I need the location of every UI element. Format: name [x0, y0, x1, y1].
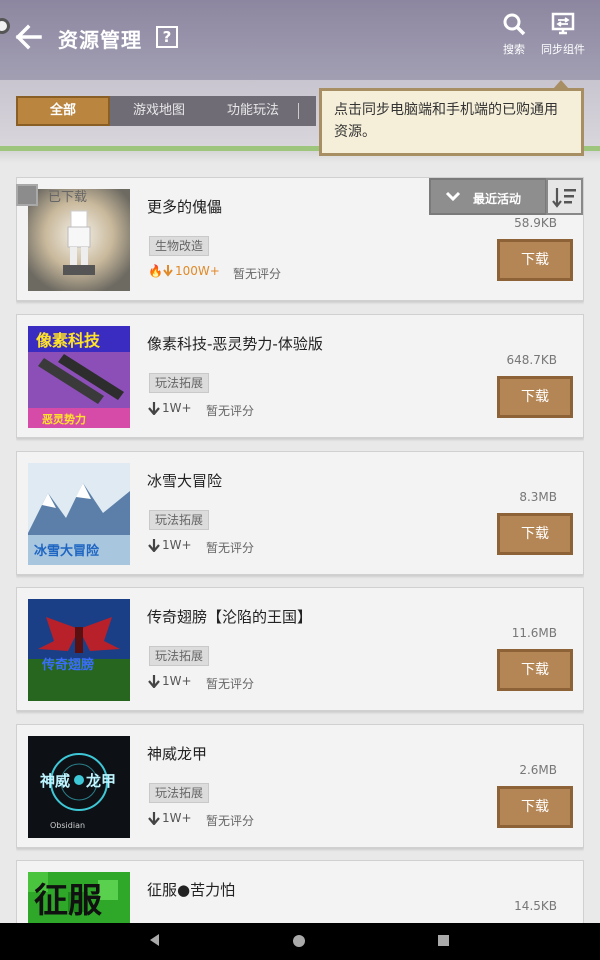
svg-text:恶灵势力: 恶灵势力 — [42, 412, 86, 426]
resource-card: 像素科技 恶灵势力 像素科技-恶灵势力-体验版 玩法拓展 1W+ 暂无评分 64… — [16, 314, 584, 438]
file-size: 2.6MB — [519, 763, 557, 777]
sync-components-button[interactable]: 同步组件 — [540, 12, 586, 57]
help-button[interactable]: ? — [156, 26, 178, 48]
resource-title: 更多的傀儡 — [147, 198, 223, 216]
downloaded-checkbox[interactable] — [16, 184, 38, 206]
resource-tag: 玩法拓展 — [149, 373, 210, 393]
legend-wings-thumbnail-image: 传奇翅膀 — [28, 599, 130, 701]
file-size: 648.7KB — [506, 353, 557, 367]
download-button[interactable]: 下载 — [497, 513, 573, 555]
resource-card: 神威 龙甲 Obsidian 神威龙甲 玩法拓展 1W+ 暂无评分 2.6MB … — [16, 724, 584, 848]
rating-text: 暂无评分 — [233, 267, 282, 281]
download-arrow-icon — [148, 674, 160, 688]
download-count: 1W+ — [148, 538, 192, 552]
app-header: 资源管理 ? 搜索 同步组件 — [0, 0, 600, 80]
resource-card: 传奇翅膀 传奇翅膀【沦陷的王国】 玩法拓展 1W+ 暂无评分 11.6MB 下载 — [16, 587, 584, 711]
floating-dot-icon[interactable] — [0, 18, 10, 34]
resource-thumbnail[interactable]: 传奇翅膀 — [28, 599, 130, 701]
resource-title: 像素科技-恶灵势力-体验版 — [147, 335, 323, 353]
file-size: 14.5KB — [514, 899, 557, 913]
download-arrow-icon — [163, 265, 173, 277]
svg-text:龙甲: 龙甲 — [85, 772, 116, 790]
resource-title: 传奇翅膀【沦陷的王国】 — [147, 608, 313, 626]
sync-label: 同步组件 — [541, 43, 585, 56]
page-title: 资源管理 — [58, 28, 142, 52]
search-label: 搜索 — [503, 43, 525, 56]
sort-order-button[interactable] — [546, 178, 583, 215]
resource-thumbnail[interactable]: 神威 龙甲 Obsidian — [28, 736, 130, 838]
resource-thumbnail[interactable]: 像素科技 恶灵势力 — [28, 326, 130, 428]
tab-game-maps[interactable]: 游戏地图 — [116, 96, 202, 126]
system-nav-bar — [0, 923, 600, 960]
sort-dropdown[interactable]: 最近活动 — [429, 178, 547, 215]
tab-all[interactable]: 全部 — [16, 96, 110, 126]
download-count-value: 1W+ — [162, 674, 192, 688]
download-arrow-icon — [148, 811, 160, 825]
download-count: 1W+ — [148, 401, 192, 415]
download-count-value: 1W+ — [162, 538, 192, 552]
sort-order-icon — [552, 188, 576, 208]
resource-tag: 玩法拓展 — [149, 783, 210, 803]
chevron-down-icon — [445, 191, 461, 202]
svg-text:冰雪大冒险: 冰雪大冒险 — [34, 543, 100, 559]
download-count: 🔥 100W+ — [148, 264, 220, 278]
rating-text: 暂无评分 — [206, 541, 255, 555]
back-button[interactable] — [14, 22, 46, 52]
rating-text: 暂无评分 — [206, 404, 255, 418]
search-button[interactable]: 搜索 — [500, 12, 528, 57]
download-count-value: 1W+ — [162, 401, 192, 415]
file-size: 11.6MB — [511, 626, 557, 640]
download-button[interactable]: 下载 — [497, 239, 573, 281]
download-count: 1W+ — [148, 674, 192, 688]
dragon-armor-thumbnail-image: 神威 龙甲 Obsidian — [28, 736, 130, 838]
svg-text:神威: 神威 — [40, 772, 70, 790]
resource-tag: 玩法拓展 — [149, 646, 210, 666]
svg-text:像素科技: 像素科技 — [36, 331, 101, 350]
nav-home-icon[interactable] — [293, 935, 305, 947]
rating-text: 暂无评分 — [206, 677, 255, 691]
download-count-value: 1W+ — [162, 811, 192, 825]
conquer-creeper-thumbnail-image: 征服 — [28, 872, 130, 923]
ice-adventure-thumbnail-image: 冰雪大冒险 — [28, 463, 130, 565]
svg-text:征服: 征服 — [34, 881, 102, 921]
tab-divider — [298, 103, 299, 119]
resource-tag: 玩法拓展 — [149, 510, 210, 530]
download-count: 1W+ — [148, 811, 192, 825]
file-size: 58.9KB — [514, 216, 557, 230]
download-arrow-icon — [148, 538, 160, 552]
rating-text: 暂无评分 — [206, 814, 255, 828]
nav-back-icon[interactable] — [148, 933, 160, 947]
download-button[interactable]: 下载 — [497, 649, 573, 691]
downloaded-filter[interactable]: 已下载 — [16, 184, 87, 206]
back-arrow-icon — [15, 24, 42, 50]
svg-text:Obsidian: Obsidian — [50, 821, 85, 830]
resource-list[interactable]: 更多的傀儡 生物改造 🔥 100W+ 暂无评分 58.9KB 下载 像素科技 恶… — [16, 177, 584, 923]
nav-recents-icon[interactable] — [438, 935, 449, 946]
sync-monitor-icon — [551, 12, 575, 35]
download-button[interactable]: 下载 — [497, 786, 573, 828]
resource-title: 神威龙甲 — [147, 745, 208, 763]
sync-tooltip: 点击同步电脑端和手机端的已购通用资源。 — [319, 88, 584, 156]
tab-gameplay[interactable]: 功能玩法 — [210, 96, 296, 126]
svg-text:传奇翅膀: 传奇翅膀 — [41, 657, 94, 673]
resource-thumbnail[interactable]: 征服 — [28, 872, 130, 923]
download-count-value: 100W+ — [174, 264, 220, 278]
downloaded-label: 已下载 — [48, 189, 88, 205]
resource-title: 征服●苦力怕 — [147, 881, 236, 899]
download-button[interactable]: 下载 — [497, 376, 573, 418]
resource-title: 冰雪大冒险 — [147, 472, 223, 490]
file-size: 8.3MB — [519, 490, 557, 504]
flame-icon: 🔥 — [148, 264, 163, 278]
resource-card: 冰雪大冒险 冰雪大冒险 玩法拓展 1W+ 暂无评分 8.3MB 下载 — [16, 451, 584, 575]
resource-thumbnail[interactable]: 冰雪大冒险 — [28, 463, 130, 565]
resource-card: 征服 征服●苦力怕 14.5KB — [16, 860, 584, 923]
search-icon — [503, 13, 526, 36]
pixel-tech-thumbnail-image: 像素科技 恶灵势力 — [28, 326, 130, 428]
download-arrow-icon — [148, 401, 160, 415]
sort-label: 最近活动 — [473, 192, 522, 206]
resource-tag: 生物改造 — [149, 236, 210, 256]
